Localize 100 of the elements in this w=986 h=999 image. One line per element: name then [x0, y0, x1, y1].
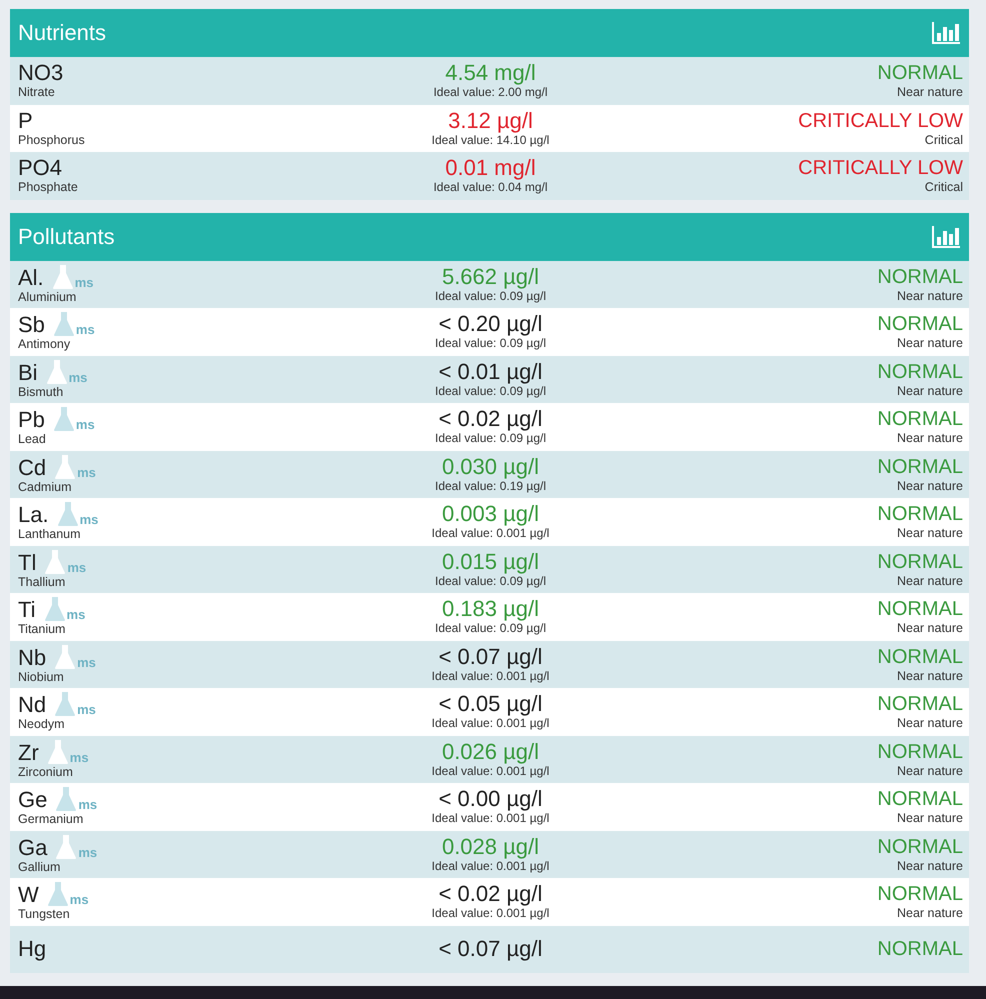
status-label: NORMAL	[877, 937, 963, 962]
element-symbol: Hg	[18, 937, 46, 962]
measured-value: < 0.02 µg/l	[438, 882, 542, 906]
flask-icon	[52, 264, 74, 290]
measured-value: < 0.02 µg/l	[438, 407, 542, 432]
flask-icon	[46, 881, 69, 908]
ms-label: ms	[78, 846, 98, 860]
flask-icon	[56, 501, 79, 528]
element-name: Aluminium	[18, 290, 78, 305]
element-name: Zirconium	[18, 764, 74, 780]
measured-value: 0.183 µg/l	[442, 597, 540, 622]
status-label: NORMAL	[877, 740, 963, 764]
ms-label: ms	[70, 750, 89, 765]
element-name: Lanthanum	[18, 527, 82, 542]
ms-label: ms	[76, 418, 95, 432]
measured-value: 0.030 µg/l	[442, 454, 540, 479]
element-symbol: Ti	[18, 598, 36, 622]
ideal-value: Ideal value: 0.09 µg/l	[435, 574, 546, 589]
status-note: Critical	[924, 180, 963, 196]
status-note: Near nature	[896, 621, 963, 636]
status-note: Near nature	[896, 858, 963, 874]
ms-label: ms	[77, 703, 96, 718]
element-name: Cadmium	[18, 480, 72, 495]
ideal-value: Ideal value: 0.001 µg/l	[432, 716, 550, 732]
ideal-value: Ideal value: 0.001 µg/l	[432, 906, 550, 922]
status-note: Near nature	[896, 574, 963, 589]
element-symbol: Pb	[18, 408, 45, 432]
status-label: NORMAL	[877, 597, 963, 622]
flask-icon	[54, 644, 76, 670]
status-note: Near nature	[896, 764, 963, 779]
status-label: NORMAL	[877, 882, 963, 906]
element-name: Nitrate	[18, 85, 56, 100]
measured-value: 4.54 mg/l	[445, 61, 536, 86]
measured-value: 0.003 µg/l	[442, 502, 540, 526]
element-name: Neodym	[18, 717, 66, 732]
status-label: CRITICALLY LOW	[798, 156, 963, 180]
flask-icon	[46, 358, 68, 385]
bar-chart-icon[interactable]	[931, 21, 961, 45]
ms-label: ms	[68, 370, 88, 385]
measured-value: < 0.07 µg/l	[438, 644, 542, 669]
section-title: Pollutants	[18, 224, 115, 250]
ideal-value: Ideal value: 0.001 µg/l	[432, 526, 550, 542]
status-label: NORMAL	[877, 407, 963, 432]
ms-label: ms	[77, 466, 96, 480]
element-name: Antimony	[18, 337, 72, 352]
element-name: Phosphorus	[18, 132, 85, 148]
element-symbol: Cd	[18, 456, 46, 480]
status-label: NORMAL	[877, 61, 963, 86]
ideal-value: Ideal value: 0.04 mg/l	[433, 180, 548, 196]
ms-label: ms	[66, 608, 86, 622]
element-name: Tungsten	[18, 907, 71, 922]
element-symbol: Sb	[18, 313, 45, 338]
status-label: NORMAL	[877, 502, 963, 526]
element-symbol: Al.	[18, 266, 44, 290]
element-symbol: P	[18, 108, 33, 133]
ideal-value: Ideal value: 0.001 µg/l	[432, 668, 550, 684]
element-name: Gallium	[18, 860, 62, 875]
status-label: NORMAL	[877, 834, 963, 859]
measured-value: < 0.07 µg/l	[438, 937, 542, 962]
flask-icon	[55, 834, 78, 860]
status-note: Critical	[924, 132, 963, 148]
flask-icon	[54, 454, 76, 480]
section-title: Nutrients	[18, 20, 106, 46]
ms-label: ms	[74, 276, 94, 290]
element-name: Lead	[18, 432, 47, 448]
element-symbol: PO4	[18, 156, 62, 180]
measured-value: 0.01 mg/l	[445, 156, 536, 180]
status-note: Near nature	[896, 478, 963, 494]
status-note: Near nature	[896, 431, 963, 446]
element-name: Niobium	[18, 670, 65, 685]
flask-icon	[52, 311, 75, 338]
element-name: Thallium	[18, 574, 66, 590]
status-note: Near nature	[896, 526, 963, 542]
element-symbol: Nd	[18, 693, 46, 718]
element-symbol: Tl	[18, 550, 36, 575]
element-symbol: Bi	[18, 360, 38, 385]
element-symbol: Nb	[18, 646, 46, 670]
measured-value: 0.015 µg/l	[442, 550, 540, 574]
ideal-value: Ideal value: 0.09 µg/l	[435, 288, 546, 304]
flask-icon	[52, 406, 75, 432]
ms-label: ms	[70, 893, 89, 908]
status-note: Near nature	[896, 906, 963, 922]
ms-label: ms	[78, 798, 98, 812]
status-note: Near nature	[896, 336, 963, 352]
flask-icon	[54, 691, 76, 718]
ideal-value: Ideal value: 0.09 µg/l	[435, 384, 546, 399]
ideal-value: Ideal value: 2.00 mg/l	[433, 85, 548, 100]
bar-chart-icon[interactable]	[931, 224, 961, 248]
element-symbol: NO3	[18, 61, 64, 86]
element-name: Phosphate	[18, 180, 78, 196]
ideal-value: Ideal value: 14.10 µg/l	[432, 132, 550, 148]
status-label: NORMAL	[877, 787, 963, 812]
ms-label: ms	[77, 656, 96, 670]
ideal-value: Ideal value: 0.09 µg/l	[435, 621, 546, 636]
ms-label: ms	[67, 560, 86, 575]
ms-label: ms	[76, 323, 95, 338]
status-label: NORMAL	[877, 312, 963, 336]
status-note: Near nature	[896, 288, 963, 304]
status-label: NORMAL	[877, 644, 963, 669]
status-note: Near nature	[896, 716, 963, 732]
